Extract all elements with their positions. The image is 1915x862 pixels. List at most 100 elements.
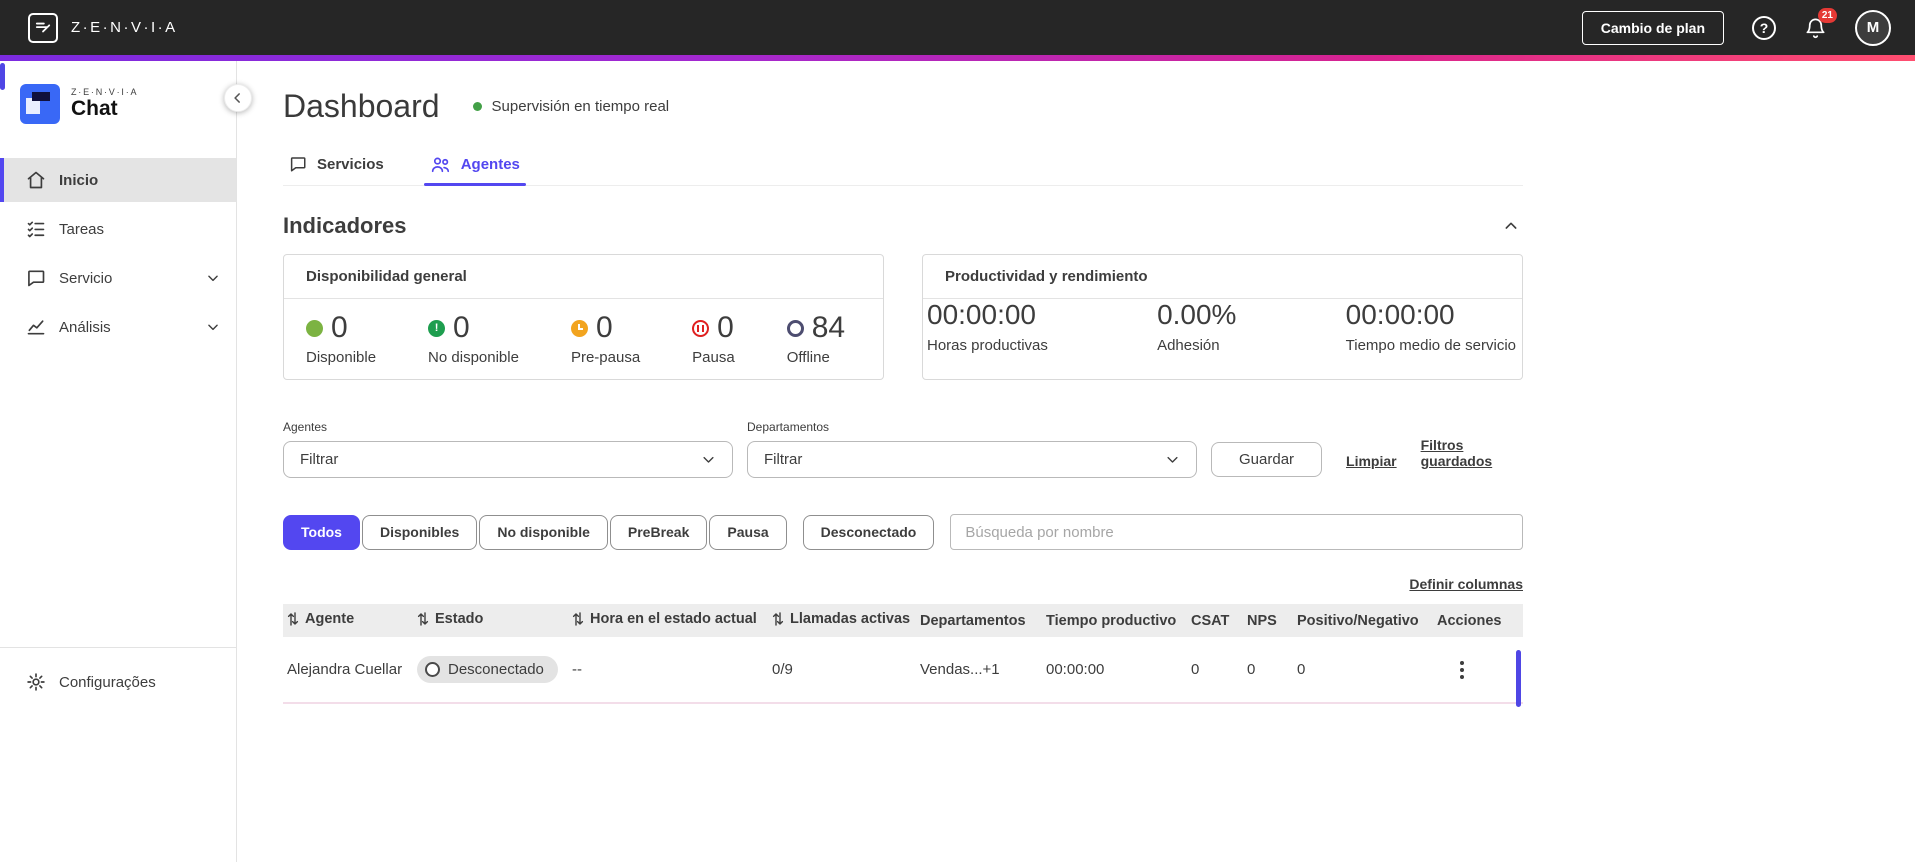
notifications-button[interactable]: 21 [1804,7,1837,40]
stat-value: 00:00:00 [1345,299,1455,330]
status-filter-desconectado[interactable]: Desconectado [802,514,935,550]
cell-active-calls: 0/9 [768,637,916,704]
departments-filter-label: Departamentos [747,420,830,434]
gear-icon [26,672,46,692]
disconnected-status-icon [425,662,440,677]
table-header-row: Agente Estado Hora en el estado actual L… [283,604,1523,637]
departments-filter-select[interactable]: Filtrar [747,441,1197,478]
cell-csat: 0 [1187,637,1243,704]
page-title: Dashboard [283,88,440,124]
stat-disponible: 0 Disponible [306,312,376,366]
stat-value: 0 [453,311,470,344]
chat-bubble-icon [289,155,307,173]
brand-name: Z·E·N·V·I·A [71,19,178,36]
sidebar-item-configuracoes[interactable]: Configurações [0,660,236,704]
cell-productive-time: 00:00:00 [1042,637,1187,704]
column-header-llamadas[interactable]: Llamadas activas [768,604,916,637]
online-dot-icon [472,102,482,111]
stat-value: 0.00% [1157,299,1237,330]
chevron-left-icon [234,93,240,103]
stat-adhesion: 0.00% Adhesión [1157,299,1236,354]
sidebar-item-inicio[interactable]: Inicio [0,158,236,202]
sidebar-collapse-button[interactable] [224,84,252,112]
status-filter-todos[interactable]: Todos [283,514,360,550]
chevron-down-icon [1167,456,1178,463]
availability-card: Disponibilidad general 0 Disponible ! 0 [283,254,884,380]
productivity-card: Productividad y rendimiento 00:00:00 Hor… [922,254,1523,380]
chat-bubble-icon [26,268,46,288]
collapse-section-button[interactable] [1499,214,1523,238]
stat-no-disponible: ! 0 No disponible [428,312,519,366]
sort-icon [287,612,299,626]
status-filter-prebreak[interactable]: PreBreak [609,514,708,550]
row-actions-kebab-icon[interactable] [1451,657,1473,683]
chevron-up-icon [1505,222,1517,229]
availability-card-title: Disponibilidad general [284,255,883,299]
column-header-departamentos: Departamentos [916,604,1042,637]
stat-label: No disponible [428,349,519,366]
search-input[interactable] [950,514,1523,550]
sidebar-item-analisis[interactable]: Análisis [0,305,236,349]
tab-servicios[interactable]: Servicios [283,150,390,185]
table-row: Alejandra Cuellar Desconectado -- 0/9 Ve… [283,637,1523,704]
sidebar-item-label: Servicio [59,269,113,287]
productivity-card-title: Productividad y rendimiento [923,255,1522,299]
sidebar-item-label: Tareas [59,220,105,238]
cell-nps: 0 [1243,637,1293,704]
define-columns-link[interactable]: Definir columnas [1409,576,1523,592]
zenvia-chat-logo: Z·E·N·V·I·A Chat [0,61,236,144]
column-header-hora-estado[interactable]: Hora en el estado actual [568,604,768,637]
stat-label: Offline [786,349,830,366]
sidebar-footer: Configurações [0,647,236,709]
cell-agent: Alejandra Cuellar [283,637,413,704]
stat-value: 0 [717,311,734,344]
stat-label: Horas productivas [927,337,1048,354]
column-header-agente[interactable]: Agente [283,604,413,637]
tab-label: Agentes [460,155,520,173]
sidebar-item-servicio[interactable]: Servicio [0,256,236,300]
sidebar-item-label: Inicio [59,171,99,189]
clear-filters-link[interactable]: Limpiar [1346,453,1397,469]
main-content: Dashboard Supervisión en tiempo real Ser… [238,61,1915,862]
scrollbar-thumb[interactable] [1516,650,1521,707]
stat-offline: 84 Offline [786,312,845,366]
sort-icon [417,612,429,626]
sidebar-item-label: Análisis [59,318,111,336]
column-header-positivo-negativo: Positivo/Negativo [1293,604,1433,637]
stat-label: Tiempo medio de servicio [1345,337,1516,354]
sidebar-item-tareas[interactable]: Tareas [0,207,236,251]
prebreak-clock-icon [570,319,588,337]
agents-filter-select[interactable]: Filtrar [283,441,733,478]
select-value: Filtrar [764,451,803,468]
status-filter-no-disponible[interactable]: No disponible [479,514,608,550]
status-filter-disponibles[interactable]: Disponibles [361,514,478,550]
stat-pre-pausa: 0 Pre-pausa [570,311,641,366]
tab-agentes[interactable]: Agentes [423,150,527,186]
save-filters-button[interactable]: Guardar [1211,442,1323,477]
agents-icon [430,156,451,173]
stat-horas-productivas: 00:00:00 Horas productivas [927,299,1048,354]
column-header-estado[interactable]: Estado [413,604,568,637]
offline-status-icon [786,319,804,337]
column-header-csat: CSAT [1187,604,1243,637]
help-icon[interactable]: ? [1752,15,1776,40]
tab-bar: Servicios Agentes [283,150,1523,186]
realtime-label: Supervisión en tiempo real [491,98,670,115]
stat-label: Pre-pausa [570,349,641,366]
change-plan-button[interactable]: Cambio de plan [1581,10,1724,45]
stat-tiempo-medio: 00:00:00 Tiempo medio de servicio [1346,299,1516,354]
column-header-tiempo-productivo: Tiempo productivo [1042,604,1187,637]
stat-value: 00:00:00 [927,299,1036,330]
unavailable-status-icon: ! [428,319,446,337]
saved-filters-link[interactable]: Filtros guardados [1421,437,1523,469]
scrollbar-thumb[interactable] [0,63,5,90]
status-filter-pausa[interactable]: Pausa [709,514,787,550]
user-avatar[interactable]: M [1855,9,1891,46]
chart-icon [26,317,46,337]
tasks-icon [26,219,46,239]
cell-departments: Vendas...+1 [916,637,1042,704]
stat-value: 0 [595,311,613,344]
stat-label: Disponible [306,349,377,366]
status-badge: Desconectado [417,656,558,683]
notification-badge: 21 [1817,7,1837,23]
